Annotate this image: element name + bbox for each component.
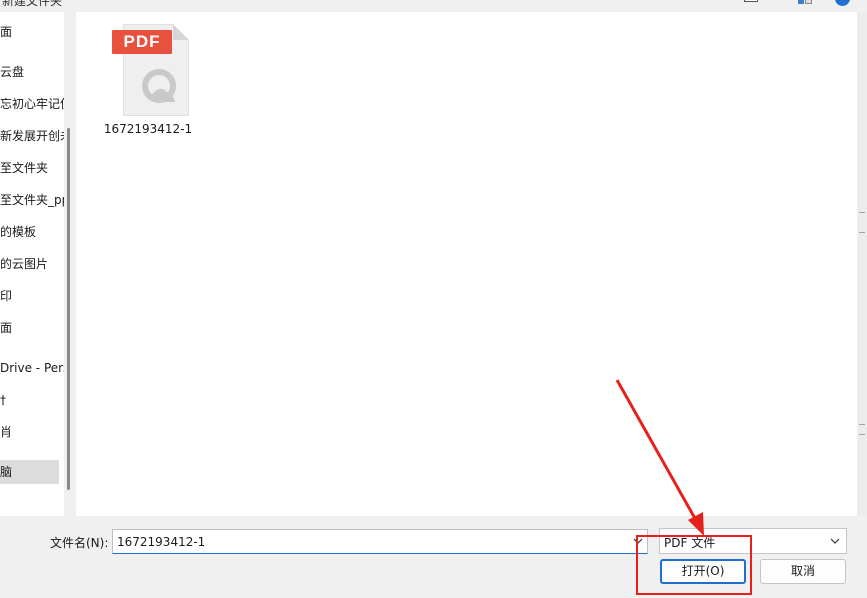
- pdf-badge: PDF: [112, 30, 172, 54]
- file-item[interactable]: PDF 1672193412-1: [100, 22, 196, 140]
- sidebar-item-desktop[interactable]: 面: [0, 20, 64, 44]
- sidebar-item-folder-2[interactable]: 新发展开创未: [0, 124, 64, 148]
- view-menu-icon[interactable]: [744, 0, 758, 2]
- sidebar-scrollbar[interactable]: [67, 128, 70, 490]
- navigation-pane[interactable]: 面 云盘 忘初心牢记使 新发展开创未 至文件夹 至文件夹_pp 的模板 的云图片…: [0, 12, 64, 516]
- sidebar-item-label: 至文件夹_pp: [0, 193, 64, 207]
- sidebar-item-11[interactable]: †: [0, 388, 64, 412]
- file-type-select[interactable]: PDF 文件: [659, 528, 847, 554]
- sidebar-item-templates[interactable]: 的模板: [0, 220, 64, 244]
- file-type-value: PDF 文件: [664, 536, 716, 550]
- sidebar-item-folder-3[interactable]: 至文件夹: [0, 156, 64, 180]
- sidebar-item-label: 忘初心牢记使: [0, 97, 64, 111]
- sidebar-item-label: 的云图片: [0, 257, 49, 271]
- chevron-down-icon[interactable]: [631, 534, 645, 548]
- sidebar-item-label: 印: [0, 289, 13, 303]
- sidebar-item-label: 新发展开创未: [0, 129, 64, 143]
- sidebar-item-9[interactable]: 面: [0, 316, 64, 340]
- filename-input[interactable]: [117, 533, 617, 550]
- file-list[interactable]: PDF 1672193412-1: [76, 12, 857, 516]
- sidebar-item-label: 面: [0, 321, 13, 335]
- sidebar-item-cloud-pictures[interactable]: 的云图片: [0, 252, 64, 276]
- sidebar-item-folder-4[interactable]: 至文件夹_pp: [0, 188, 64, 212]
- dialog-footer: 文件名(N): PDF 文件 打开(O) 取消: [0, 516, 867, 598]
- sidebar-item-label: Drive - Pers: [0, 361, 64, 375]
- sidebar-item-8[interactable]: 印: [0, 284, 64, 308]
- pdf-reader-logo-icon: [142, 69, 176, 103]
- cancel-button[interactable]: 取消: [760, 559, 846, 584]
- filename-combobox[interactable]: [112, 529, 648, 554]
- pdf-file-icon: PDF: [112, 24, 192, 120]
- sidebar-item-label: 云盘: [0, 65, 25, 79]
- filename-label: 文件名(N):: [50, 536, 109, 550]
- sidebar-item-label: 脑: [0, 465, 13, 479]
- sidebar-item-cloud-drive[interactable]: 云盘: [0, 60, 64, 84]
- window-title: 新建文件夹: [2, 0, 63, 8]
- sidebar-item-12[interactable]: 肖: [0, 420, 64, 444]
- file-name: 1672193412-1: [103, 122, 193, 136]
- file-list-scrollbar[interactable]: [857, 12, 867, 516]
- sidebar-item-this-pc[interactable]: 脑: [0, 460, 59, 484]
- sidebar-item-folder-1[interactable]: 忘初心牢记使: [0, 92, 64, 116]
- sidebar-item-onedrive[interactable]: Drive - Pers: [0, 356, 64, 380]
- chevron-down-icon: [830, 538, 840, 544]
- sidebar-item-label: 至文件夹: [0, 161, 49, 175]
- open-button[interactable]: 打开(O): [660, 559, 746, 584]
- preview-pane-icon[interactable]: [798, 0, 812, 6]
- sidebar-item-label: 面: [0, 25, 13, 39]
- help-icon[interactable]: [835, 0, 850, 6]
- sidebar-item-label: 肖: [0, 425, 13, 439]
- sidebar-item-label: †: [0, 393, 6, 407]
- sidebar-item-label: 的模板: [0, 225, 37, 239]
- title-bar: 新建文件夹: [0, 0, 867, 12]
